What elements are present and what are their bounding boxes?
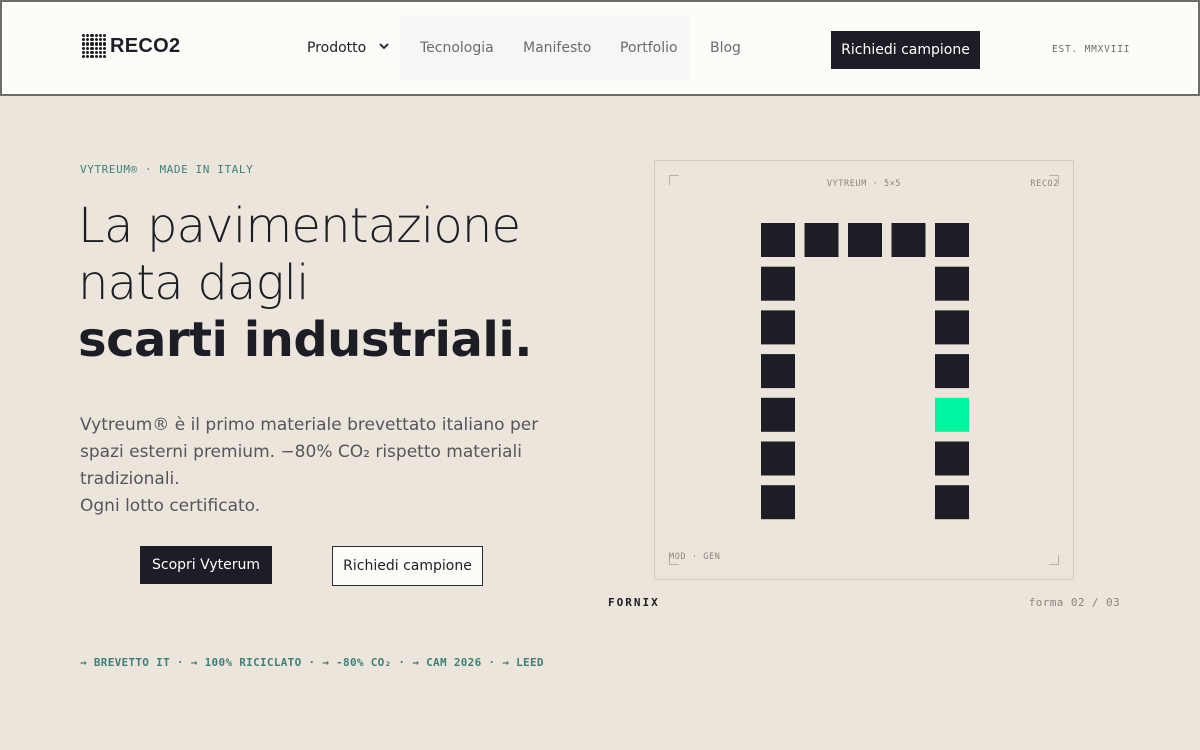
- discover-vytreum-button[interactable]: Scopri Vyterum: [140, 546, 272, 584]
- nav-item-tecnologia[interactable]: Tecnologia: [420, 40, 494, 56]
- description-text: Vytreum® è il primo materiale brevettato…: [80, 415, 539, 489]
- headline-line-2: nata dagli: [78, 255, 310, 311]
- headline-bold-line: scarti industriali.: [78, 312, 533, 368]
- tile-pattern-preview: VYTREUM · 5×5 RECO2 MOD · GEN: [654, 160, 1074, 580]
- tile-grid: [761, 223, 969, 520]
- nav-item-portfolio[interactable]: Portfolio: [620, 40, 678, 56]
- shape-counter: forma 02 / 03: [1028, 596, 1120, 609]
- request-sample-nav-button[interactable]: Richiedi campione: [831, 31, 980, 69]
- logo-text: RECO2: [110, 34, 181, 57]
- logo[interactable]: RECO2: [82, 34, 180, 58]
- tile: [761, 397, 795, 432]
- logo-dots-icon: [82, 34, 106, 58]
- nav-item-blog[interactable]: Blog: [710, 40, 741, 56]
- tile: [848, 223, 882, 257]
- tile: [935, 266, 969, 301]
- nav-item-prodotto[interactable]: Prodotto: [307, 40, 389, 56]
- description-certified: Ogni lotto certificato.: [80, 496, 261, 516]
- hero-eyebrow: VYTREUM® · MADE IN ITALY: [80, 163, 254, 176]
- tile: [935, 485, 969, 520]
- established-label: EST. MMXVIII: [1052, 44, 1131, 55]
- request-sample-button[interactable]: Richiedi campione: [332, 546, 483, 586]
- tile: [761, 441, 795, 476]
- tile: [935, 354, 969, 389]
- tile: [761, 354, 795, 389]
- tile: [761, 266, 795, 301]
- chevron-down-icon: [379, 43, 389, 50]
- shape-name: FORNIX: [608, 596, 660, 609]
- tile: [804, 223, 839, 257]
- headline-line-1: La pavimentazione: [78, 198, 521, 254]
- nav-item-label: Prodotto: [307, 40, 367, 56]
- hero-headline: La pavimentazione nata dagli scarti indu…: [78, 198, 533, 369]
- tile: [935, 441, 969, 476]
- hero-description: Vytreum® è il primo materiale brevettato…: [80, 412, 560, 520]
- tile: [761, 223, 795, 257]
- tile: [761, 485, 795, 520]
- nav-item-manifesto[interactable]: Manifesto: [523, 40, 591, 56]
- tile: [761, 310, 795, 345]
- tile: [935, 310, 969, 345]
- tile: [891, 223, 926, 257]
- top-navigation: RECO2 Prodotto Tecnologia Manifesto Port…: [0, 0, 1200, 96]
- tile: [935, 223, 969, 257]
- feature-badges: → BREVETTO IT · → 100% RICICLATO · → -80…: [80, 656, 544, 669]
- tile-accent: [935, 397, 969, 432]
